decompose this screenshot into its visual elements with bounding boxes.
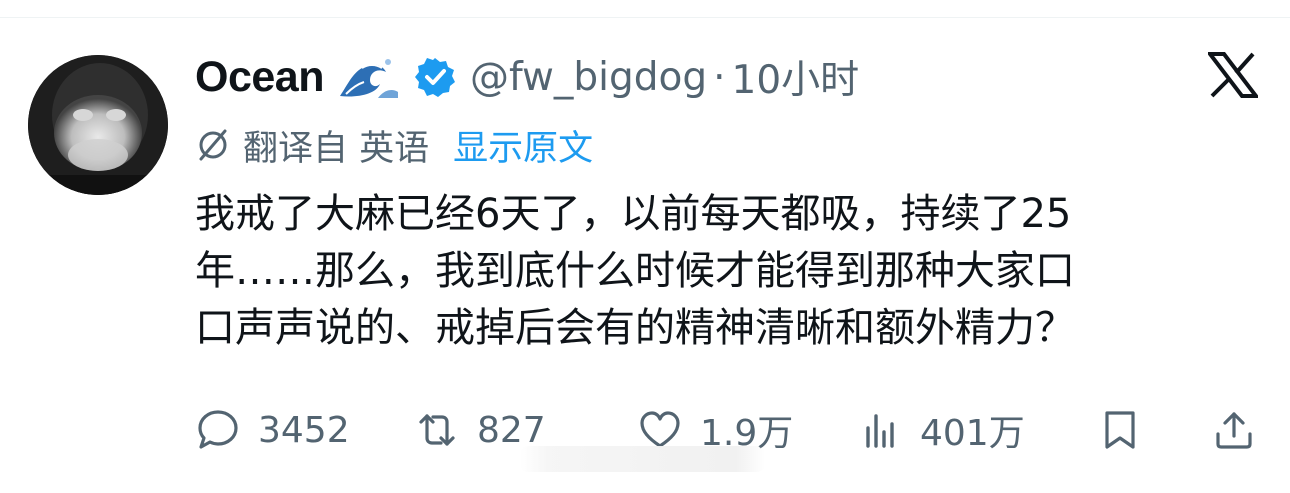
x-logo-icon[interactable]: [1205, 52, 1261, 98]
tweet-text: 我戒了大麻已经6天了，以前每天都吸，持续了25 年……那么，我到底什么时候才能得…: [195, 186, 1235, 357]
bookmark-icon: [1105, 411, 1135, 449]
author-row: Ocean @fw_bigdog · 10小时: [195, 48, 859, 106]
separator-dot: ·: [713, 54, 726, 100]
tweet-text-line: 我戒了大麻已经6天了，以前每天都吸，持续了25: [195, 191, 1072, 237]
views-button[interactable]: 401万: [858, 400, 1025, 460]
avatar-image: [28, 55, 168, 195]
repost-count: 827: [477, 409, 546, 451]
share-icon: [1216, 412, 1252, 449]
bookmark-button[interactable]: [1098, 400, 1142, 460]
views-chart-icon: [866, 414, 894, 448]
top-divider: [0, 17, 1290, 18]
tweet-text-line: 年……那么，我到底什么时候才能得到那种大家口: [195, 248, 1075, 294]
post-time[interactable]: 10小时: [732, 49, 860, 105]
water-wave-emoji-icon: [337, 54, 400, 100]
translation-row: 翻译自 英语 显示原文: [195, 120, 593, 170]
show-original-link[interactable]: 显示原文: [453, 120, 593, 171]
repost-icon: [419, 414, 455, 446]
reply-button[interactable]: 3452: [196, 400, 350, 460]
translate-icon: [195, 127, 231, 163]
verified-badge-icon[interactable]: [414, 56, 456, 98]
watermark-overlay: [520, 446, 765, 472]
avatar[interactable]: [28, 55, 168, 195]
reply-icon: [198, 410, 238, 449]
tweet-text-line: 口声声说的、戒掉后会有的精神清晰和额外精力？: [195, 305, 1075, 351]
views-count: 401万: [920, 413, 1025, 454]
reply-count: 3452: [258, 409, 350, 451]
author-handle[interactable]: @fw_bigdog: [470, 55, 707, 100]
author-display-name[interactable]: Ocean: [195, 53, 324, 102]
share-button[interactable]: [1212, 400, 1256, 460]
translated-from-label: 翻译自 英语: [243, 128, 430, 169]
